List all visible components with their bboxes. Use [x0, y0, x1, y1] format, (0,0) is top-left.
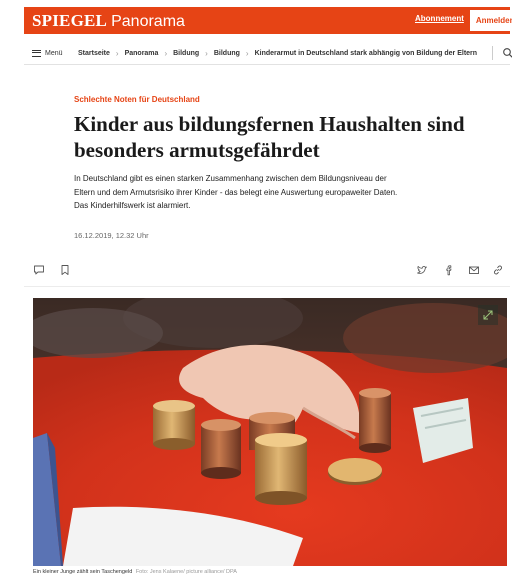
- coins-photo: [33, 298, 507, 566]
- divider: [24, 286, 510, 287]
- image-caption: Ein kleiner Junge zählt sein Taschengeld…: [33, 569, 237, 575]
- facebook-icon[interactable]: [443, 264, 455, 276]
- breadcrumb-item-bildung-2[interactable]: Bildung: [214, 50, 240, 57]
- breadcrumb-separator: ›: [115, 48, 119, 58]
- menu-button[interactable]: Menü: [32, 49, 78, 57]
- breadcrumb-item-home[interactable]: Startseite: [78, 50, 110, 57]
- divider: [24, 64, 510, 65]
- lead-line: Eltern und dem Armutsrisiko ihrer Kinder…: [74, 187, 398, 197]
- mail-icon[interactable]: [468, 264, 480, 276]
- brand-name: SPIEGEL: [32, 10, 108, 30]
- twitter-icon[interactable]: [416, 264, 428, 276]
- link-icon[interactable]: [492, 264, 504, 276]
- lead-line: In Deutschland gibt es einen starken Zus…: [74, 174, 387, 183]
- divider: [492, 46, 493, 60]
- breadcrumb: Startseite › Panorama › Bildung › Bildun…: [78, 49, 477, 58]
- expand-icon: [483, 310, 493, 320]
- breadcrumb-item-bildung[interactable]: Bildung: [173, 50, 199, 57]
- breadcrumb-separator: ›: [205, 48, 208, 58]
- headline-line: besonders armutsgefährdet: [74, 138, 320, 162]
- bookmark-icon[interactable]: [59, 264, 71, 276]
- headline-line: Kinder aus bildungsfernen Haushalten sin…: [74, 112, 465, 136]
- photo-credit: Foto: Jens Kalaene/ picture alliance/ DP…: [135, 569, 237, 575]
- article-header: Schlechte Noten für Deutschland Kinder a…: [74, 95, 494, 240]
- expand-button[interactable]: [478, 305, 498, 325]
- section-name: Panorama: [111, 12, 185, 30]
- article-actions: [24, 262, 510, 280]
- hamburger-icon: [32, 49, 41, 57]
- article-image[interactable]: [33, 298, 507, 566]
- publish-date: 16.12.2019, 12.32 Uhr: [74, 230, 149, 240]
- breadcrumb-bar: Menü Startseite › Panorama › Bildung › B…: [24, 42, 512, 64]
- login-button[interactable]: Anmelden ›: [470, 10, 512, 31]
- search-icon[interactable]: [502, 47, 512, 59]
- breadcrumb-item-panorama[interactable]: Panorama: [125, 50, 159, 57]
- caption-text: Ein kleiner Junge zählt sein Taschengeld: [33, 569, 133, 575]
- breadcrumb-separator: ›: [164, 48, 168, 58]
- breadcrumb-item-current: Kinderarmut in Deutschland stark abhängi…: [254, 49, 478, 57]
- login-label: Anmelden: [475, 16, 512, 25]
- breadcrumb-separator: ›: [245, 48, 249, 58]
- article-kicker: Schlechte Noten für Deutschland: [74, 95, 200, 104]
- lead-line: Das Kinderhilfswerk ist alarmiert.: [74, 201, 191, 210]
- menu-label: Menü: [45, 49, 63, 57]
- site-header: SPIEGEL Panorama Abonnement Anmelden ›: [24, 7, 512, 34]
- subscribe-link[interactable]: Abonnement: [415, 14, 464, 23]
- comment-icon[interactable]: [33, 264, 45, 276]
- site-logo[interactable]: SPIEGEL Panorama: [32, 11, 185, 31]
- article-lead: In Deutschland gibt es einen starken Zus…: [74, 172, 494, 213]
- article-headline: Kinder aus bildungsfernen Haushalten sin…: [74, 111, 494, 163]
